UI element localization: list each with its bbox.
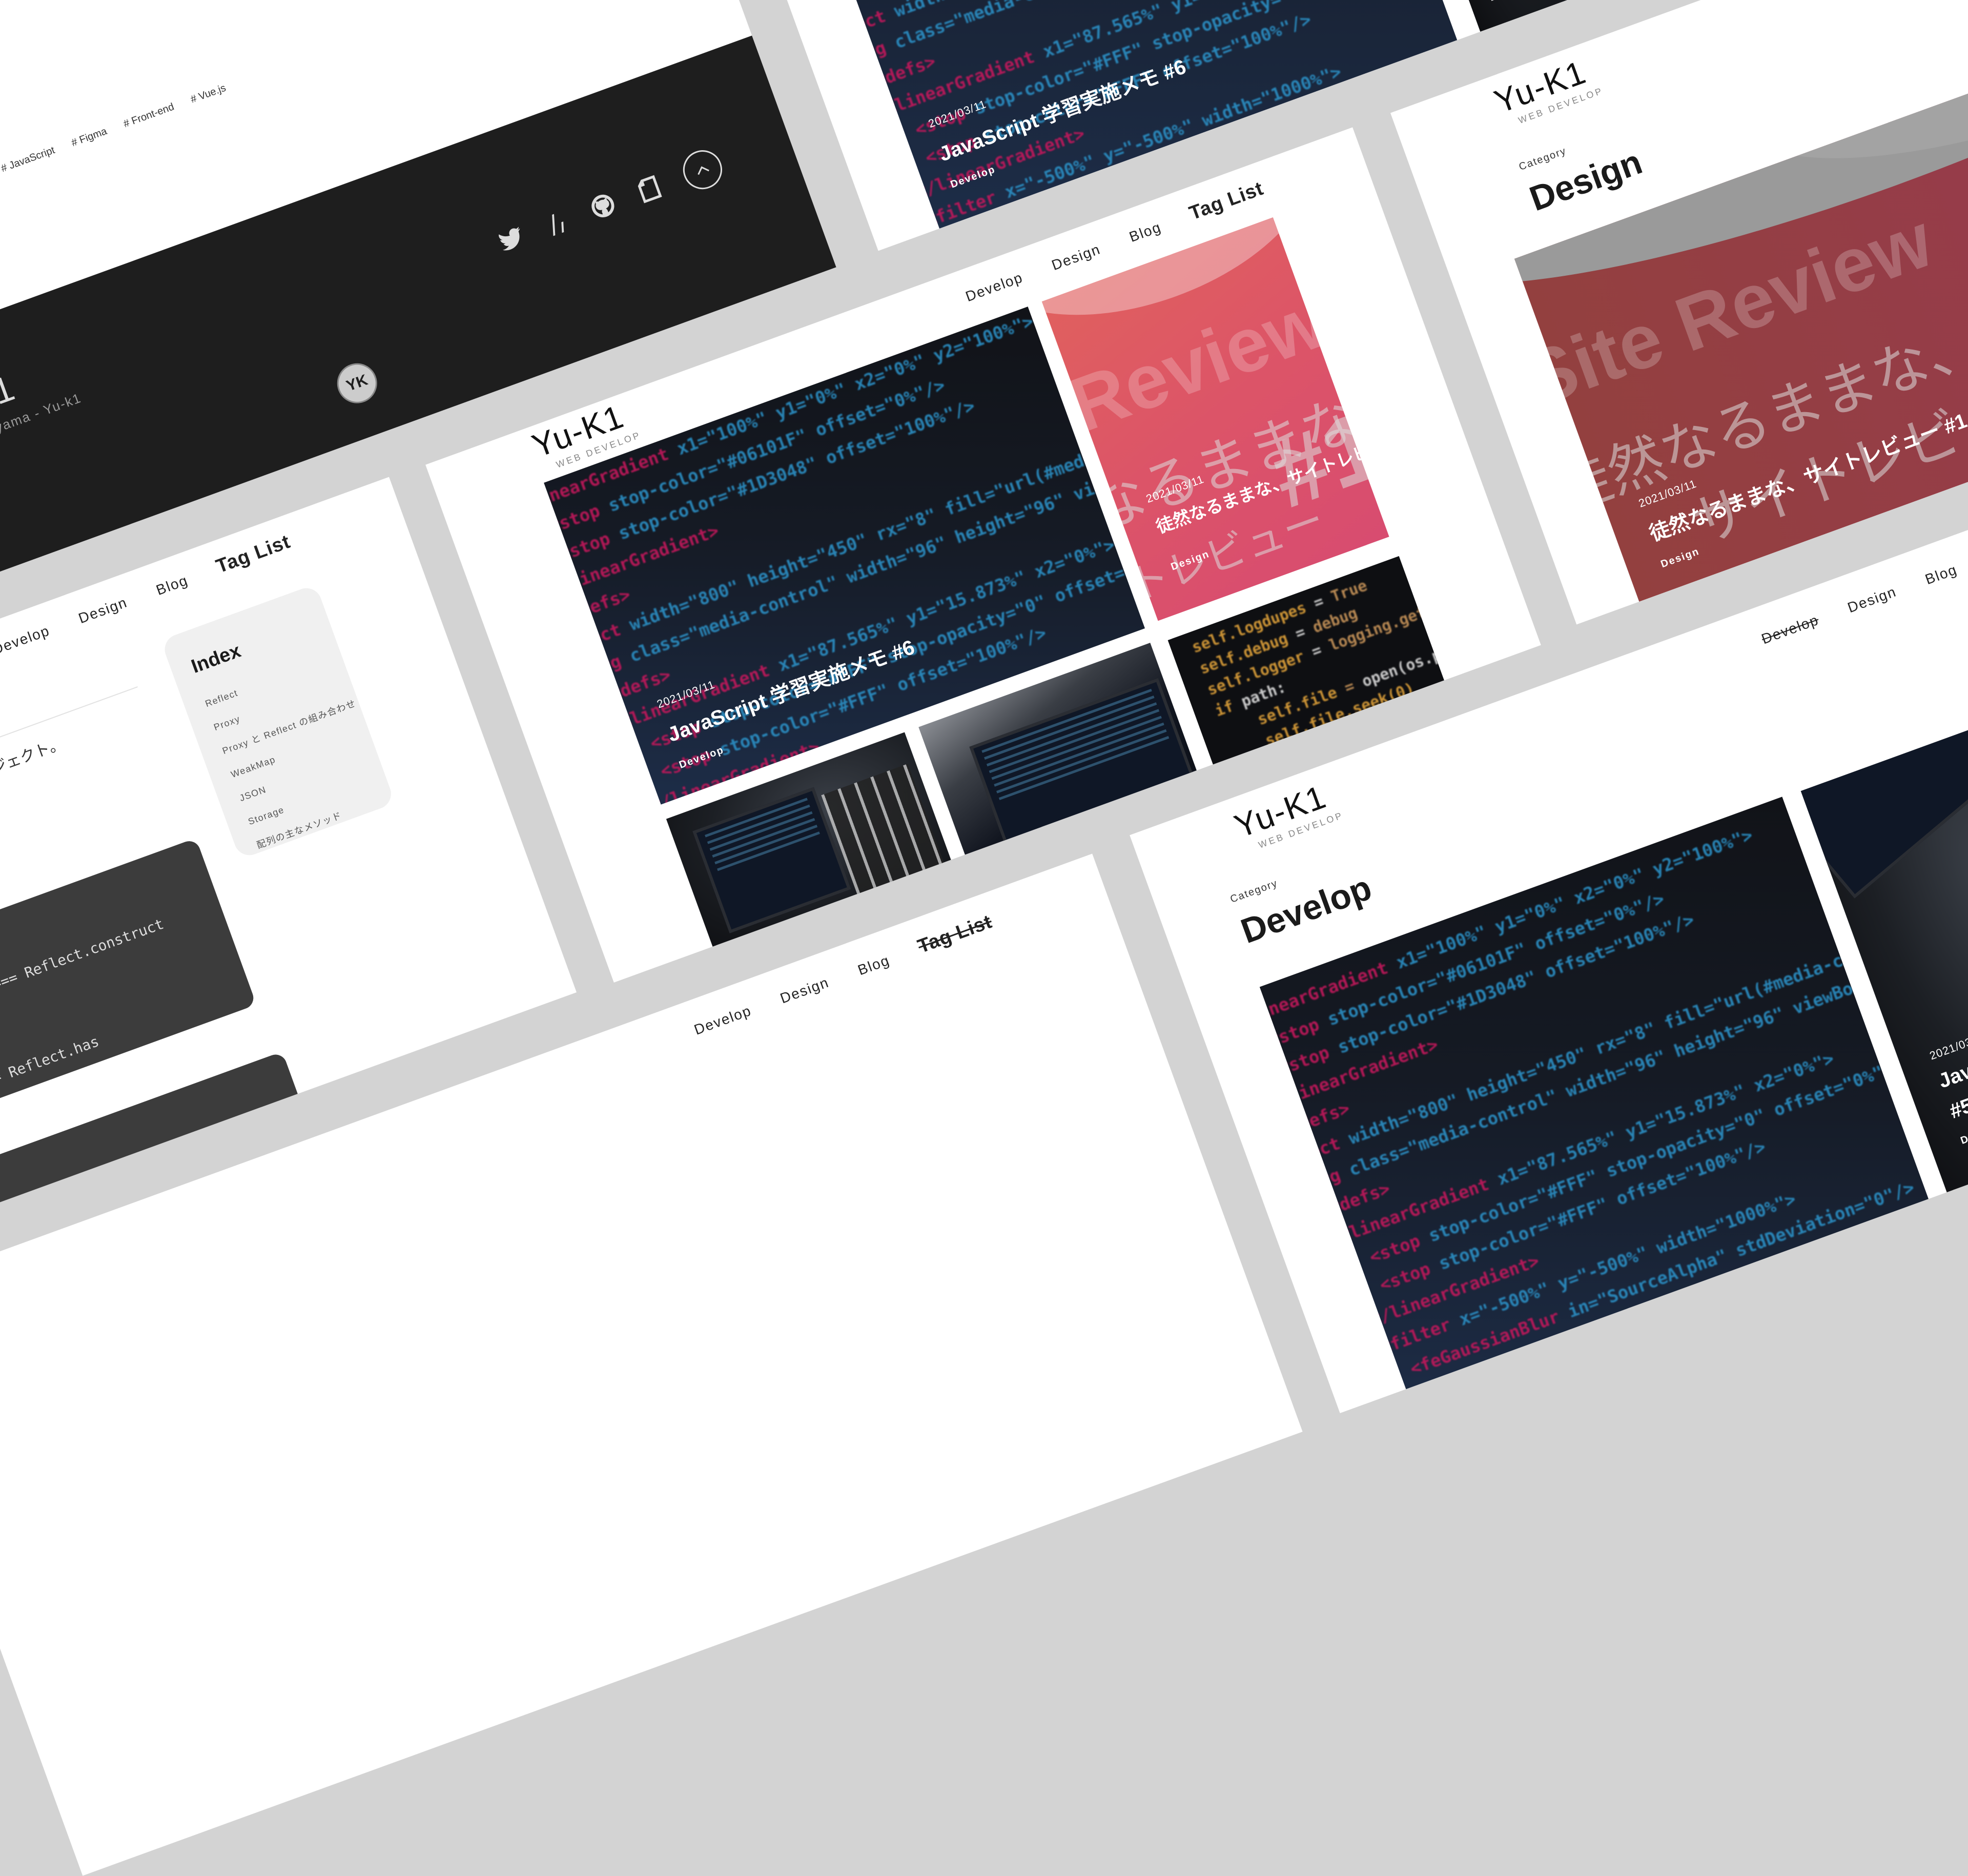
nav-blog[interactable]: Blog — [1923, 561, 1959, 588]
code-line: new === Reflect.construct — [0, 915, 166, 1005]
nav-develop[interactable]: Develop — [692, 1003, 754, 1038]
nav-blog[interactable]: Blog — [154, 572, 190, 599]
nav-tag-list[interactable]: Tag List — [213, 531, 293, 578]
note-icon[interactable] — [635, 174, 664, 204]
nav-develop[interactable]: Develop — [963, 269, 1026, 305]
tag-list: # JavaScript # Figma # Front-end # Vue.j… — [0, 82, 228, 175]
nav-develop[interactable]: Develop — [0, 622, 52, 658]
nav-design[interactable]: Design — [1050, 241, 1103, 274]
tag-link[interactable]: # JavaScript — [0, 145, 56, 175]
twitter-icon[interactable] — [497, 226, 526, 253]
github-icon[interactable] — [588, 191, 618, 221]
code-line: === Reflect.has — [0, 1032, 101, 1093]
nav-blog[interactable]: Blog — [1127, 219, 1163, 246]
site-logo[interactable]: Yu-K1 WEB DEVELOP — [1489, 52, 1605, 132]
post-category: Develop — [1488, 0, 1536, 4]
social-links — [494, 145, 728, 261]
tag-link[interactable]: # Front-end — [122, 101, 176, 130]
post-date: 2021/03/11 — [1928, 1029, 1968, 1063]
nav-blog[interactable]: Blog — [856, 952, 892, 978]
nav-tag-list[interactable]: Tag List — [1186, 178, 1266, 225]
zenn-icon[interactable] — [544, 209, 571, 237]
tag-link[interactable]: # Figma — [70, 126, 109, 149]
nav-design[interactable]: Design — [76, 594, 130, 627]
nav-design[interactable]: Design — [778, 974, 831, 1007]
nav-design[interactable]: Design — [1846, 583, 1899, 616]
chevron-up-icon — [698, 166, 709, 175]
post-card-overlay: 2021/03/11 JavaScript #5 Develop — [1928, 1015, 1968, 1147]
scroll-top-button[interactable] — [678, 145, 728, 195]
nav-develop[interactable]: Develop — [1759, 611, 1821, 647]
site-logo[interactable]: Yu-K1 WEB DEVELOP — [1229, 776, 1345, 856]
tag-link[interactable]: # Vue.js — [189, 82, 228, 106]
table-of-contents: Index Reflect Proxy Proxy と Reflect の組み合… — [160, 584, 396, 860]
category-title: Develop — [1236, 868, 1377, 951]
site-logo-mark[interactable]: YK — [331, 357, 383, 409]
nav-tag-list[interactable]: Tag List — [915, 911, 995, 958]
article-text: ブジェクト。 — [0, 735, 67, 783]
